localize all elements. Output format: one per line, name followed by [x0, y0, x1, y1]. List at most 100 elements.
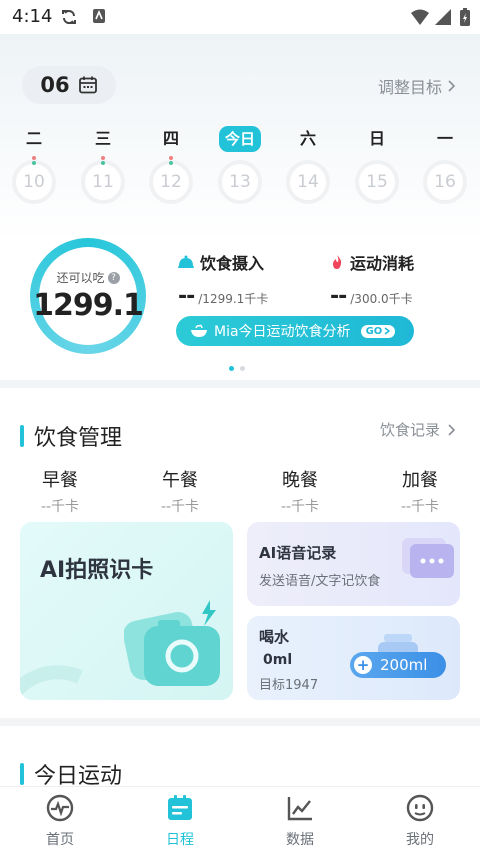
- app-notification-icon: [93, 9, 105, 23]
- chart-icon: [287, 797, 312, 821]
- bowl-icon: [191, 324, 207, 337]
- signal-icon: [435, 9, 451, 25]
- camera-icon: [124, 600, 220, 686]
- tab-home[interactable]: 首页: [20, 793, 100, 849]
- day-number: 16: [434, 172, 456, 192]
- go-arrow-icon: [384, 327, 391, 335]
- meal-lunch[interactable]: 午餐 --千卡: [140, 466, 220, 516]
- record-dot: [169, 156, 173, 160]
- chevron-right-icon: [448, 423, 456, 436]
- food-record-label: 饮食记录: [379, 421, 440, 439]
- add-water-button[interactable]: + 200ml: [350, 652, 446, 678]
- day-ring: 11: [81, 156, 125, 204]
- meal-name: 午餐: [162, 470, 198, 491]
- wifi-icon: [411, 9, 429, 25]
- add-water-label: 200ml: [380, 656, 428, 674]
- meal-breakfast[interactable]: 早餐 --千卡: [20, 466, 100, 516]
- adjust-goal-label: 调整目标: [377, 78, 442, 97]
- day-number: 10: [23, 172, 45, 192]
- food-record-link[interactable]: 饮食记录: [380, 419, 456, 440]
- week-strip: 二 10 三 11 四 12 今日 13 六 14 日 15 一 16: [0, 126, 480, 206]
- weekday-label: 一: [436, 129, 453, 148]
- meal-name: 早餐: [42, 470, 78, 491]
- water-title: 喝水: [259, 628, 290, 646]
- status-time: 4:14: [12, 6, 53, 27]
- page-indicator: [229, 366, 245, 371]
- water-card[interactable]: 喝水 0ml 目标1947 + 200ml: [247, 616, 460, 700]
- water-goal: 目标1947: [259, 678, 319, 693]
- diet-section-title: 饮食管理: [20, 420, 122, 452]
- date-selector[interactable]: 06: [22, 66, 116, 104]
- record-dot: [32, 156, 36, 160]
- date-day: 06: [40, 73, 70, 97]
- weekday-0[interactable]: 二 10: [10, 126, 58, 204]
- food-cloche-icon: [178, 255, 194, 268]
- weekday-3[interactable]: 今日 13: [216, 126, 264, 204]
- meal-kcal: --千卡: [400, 499, 440, 515]
- intake-value-row: -- /1299.1千卡: [178, 284, 268, 309]
- ring-inner: 还可以吃 ? 1299.1: [33, 247, 144, 345]
- burn-value-row: -- /300.0千卡: [330, 284, 414, 309]
- intake-value: --: [178, 284, 195, 309]
- decorative-arc: [20, 665, 83, 698]
- tab-profile[interactable]: 我的: [380, 793, 460, 849]
- weekday-4[interactable]: 六 14: [284, 126, 332, 204]
- weekday-1[interactable]: 三 11: [79, 126, 127, 204]
- record-dots: [169, 156, 173, 165]
- battery-icon: [460, 8, 470, 26]
- day-ring: 10: [12, 156, 56, 204]
- mia-label: Mia今日运动饮食分析: [214, 324, 351, 340]
- chevron-right-icon: [448, 80, 456, 92]
- burn-stat[interactable]: 运动消耗 -- /300.0千卡: [330, 250, 414, 309]
- page-dot-active: [229, 366, 234, 371]
- weekday-label: 三: [94, 129, 111, 148]
- tab-schedule[interactable]: 日程: [140, 793, 220, 849]
- bottom-tab-bar: 首页 日程 数据 我的: [0, 786, 480, 853]
- adjust-goal-link[interactable]: 调整目标: [378, 74, 456, 98]
- water-amount: 0ml: [263, 652, 293, 668]
- day-number: 15: [366, 172, 388, 192]
- day-ring: 12: [149, 156, 193, 204]
- voice-title: AI语音记录: [259, 544, 337, 562]
- title-accent-bar: [20, 763, 24, 785]
- meal-name: 晚餐: [282, 470, 318, 491]
- voice-subtitle: 发送语音/文字记饮食: [259, 574, 381, 589]
- day-ring: 14: [286, 160, 330, 204]
- calendar-icon: [78, 76, 97, 94]
- can-eat-value: 1299.1: [33, 288, 144, 323]
- profile-face-icon: [406, 794, 434, 822]
- tab-label: 数据: [286, 832, 314, 848]
- ai-voice-card[interactable]: AI语音记录 发送语音/文字记饮食: [247, 522, 460, 606]
- day-ring: 13: [218, 160, 262, 204]
- chat-bubble-icon: [402, 538, 454, 578]
- record-dot: [101, 156, 105, 160]
- meal-kcal: --千卡: [280, 499, 320, 515]
- record-dots: [101, 156, 105, 165]
- meal-dinner[interactable]: 晚餐 --千卡: [260, 466, 340, 516]
- help-icon[interactable]: ?: [107, 271, 120, 284]
- intake-target: /1299.1千卡: [198, 292, 269, 306]
- mia-analysis-button[interactable]: Mia今日运动饮食分析 GO: [176, 316, 414, 346]
- sync-app-icon: [62, 10, 76, 24]
- go-badge: GO: [360, 324, 396, 338]
- burn-value: --: [330, 284, 347, 309]
- ai-photo-card[interactable]: AI拍照识卡: [20, 522, 233, 700]
- intake-stat[interactable]: 饮食摄入 -- /1299.1千卡: [178, 250, 268, 309]
- tab-label: 我的: [406, 832, 434, 848]
- weekday-6[interactable]: 一 16: [421, 126, 469, 204]
- weekday-label: 二: [25, 129, 42, 148]
- burn-header: 运动消耗: [330, 250, 414, 274]
- burn-title: 运动消耗: [350, 254, 415, 273]
- weekday-2[interactable]: 四 12: [147, 126, 195, 204]
- ai-photo-title: AI拍照识卡: [40, 558, 154, 583]
- can-eat-label-row: 还可以吃 ?: [56, 269, 120, 286]
- remaining-calories-ring[interactable]: 还可以吃 ? 1299.1: [30, 238, 146, 354]
- burn-target: /300.0千卡: [350, 292, 413, 306]
- tab-data[interactable]: 数据: [260, 793, 340, 849]
- meal-snack[interactable]: 加餐 --千卡: [380, 466, 460, 516]
- weekday-5[interactable]: 日 15: [353, 126, 401, 204]
- weekday-label: 今日: [219, 126, 261, 152]
- day-ring: 16: [423, 160, 467, 204]
- tab-label: 首页: [46, 832, 74, 848]
- weekday-label: 四: [162, 129, 179, 148]
